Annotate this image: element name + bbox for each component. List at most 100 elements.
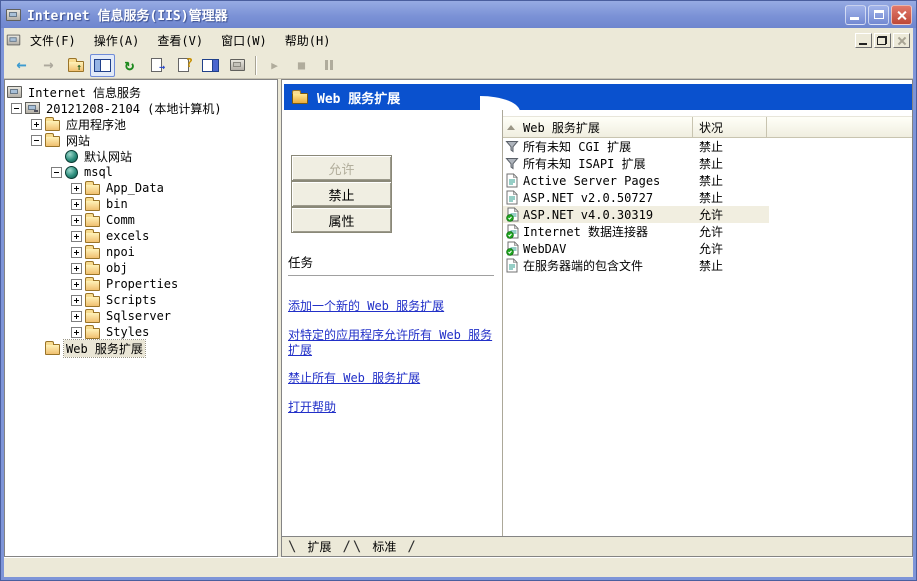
tree-expander[interactable] — [71, 263, 82, 274]
tree-expander[interactable] — [51, 167, 62, 178]
tree-expander[interactable] — [71, 279, 82, 290]
extension-name: ASP.NET v2.0.50727 — [521, 189, 693, 206]
close-button[interactable] — [891, 5, 912, 25]
minimize-icon — [859, 43, 867, 45]
tree-expander[interactable] — [31, 135, 42, 146]
back-button[interactable]: ← — [9, 54, 34, 77]
start-button[interactable]: ▶ — [262, 54, 287, 77]
tree-item-10[interactable]: npoi — [5, 244, 277, 260]
folder-icon — [45, 136, 60, 147]
tab-slash-decoration: / — [406, 539, 416, 555]
tree-item-9[interactable]: excels — [5, 228, 277, 244]
show-tree-pane-button[interactable] — [90, 54, 115, 77]
pause-button[interactable] — [316, 54, 341, 77]
tree-expander[interactable] — [31, 119, 42, 130]
sort-column-header[interactable] — [503, 117, 519, 137]
funnel-icon — [503, 155, 521, 172]
tree-expander[interactable] — [71, 215, 82, 226]
page-icon — [503, 172, 521, 189]
allow-button[interactable]: 允许 — [291, 155, 392, 181]
extension-row-0[interactable]: 所有未知 CGI 扩展禁止 — [503, 138, 912, 155]
stop-button[interactable]: ■ — [289, 54, 314, 77]
actions-column: 允许 禁止 属性 任务 添加一个新的 Web 服务扩展对特定的应用程序允许所有 … — [282, 110, 502, 536]
tree-expander[interactable] — [71, 247, 82, 258]
tree-item-label: 网站 — [64, 132, 92, 149]
column-header-extension[interactable]: Web 服务扩展 — [519, 117, 693, 137]
mdi-close-button[interactable] — [893, 33, 910, 48]
detail-pane-button[interactable] — [198, 54, 223, 77]
tasks-divider — [288, 275, 494, 276]
export-list-button[interactable]: → — [144, 54, 169, 77]
tree-item-6[interactable]: App_Data — [5, 180, 277, 196]
extension-row-4[interactable]: ASP.NET v4.0.30319允许 — [503, 206, 912, 223]
column-header-status[interactable]: 状况 — [693, 117, 767, 137]
tree-item-14[interactable]: Sqlserver — [5, 308, 277, 324]
open-folder-icon — [292, 93, 308, 104]
maximize-button[interactable] — [868, 5, 889, 25]
tab-扩展[interactable]: 扩展 — [297, 538, 341, 555]
extension-row-2[interactable]: Active Server Pages禁止 — [503, 172, 912, 189]
task-link-1[interactable]: 对特定的应用程序允许所有 Web 服务扩展 — [288, 328, 498, 358]
tree-expander[interactable] — [71, 295, 82, 306]
tree-expander[interactable] — [71, 183, 82, 194]
app-icon — [6, 9, 21, 21]
forward-button[interactable]: → — [36, 54, 61, 77]
tree-item-2[interactable]: 应用程序池 — [5, 116, 277, 132]
tree-expander[interactable] — [71, 327, 82, 338]
tree-item-3[interactable]: 网站 — [5, 132, 277, 148]
export-list-icon: → — [151, 58, 162, 72]
tab-标准[interactable]: 标准 — [362, 538, 406, 555]
remote-computer-button[interactable] — [225, 54, 250, 77]
tree-expander[interactable] — [71, 231, 82, 242]
extension-row-5[interactable]: Internet 数据连接器允许 — [503, 223, 912, 240]
menu-item-3[interactable]: 窗口(W) — [212, 29, 276, 52]
up-folder-button[interactable]: ↑ — [63, 54, 88, 77]
tree-item-label: Scripts — [104, 293, 159, 307]
extension-row-1[interactable]: 所有未知 ISAPI 扩展禁止 — [503, 155, 912, 172]
pause-icon — [325, 60, 333, 70]
tree-item-label: Internet 信息服务 — [26, 84, 143, 101]
menu-item-4[interactable]: 帮助(H) — [276, 29, 340, 52]
mdi-minimize-button[interactable] — [855, 33, 872, 48]
tree-item-13[interactable]: Scripts — [5, 292, 277, 308]
menu-item-1[interactable]: 操作(A) — [85, 29, 149, 52]
minimize-button[interactable] — [845, 5, 866, 25]
minimize-icon — [850, 17, 859, 20]
extension-status: 允许 — [693, 240, 769, 257]
console-tree: Internet 信息服务20121208-2104 (本地计算机)应用程序池网… — [4, 79, 278, 557]
tree-item-16[interactable]: Web 服务扩展 — [5, 340, 277, 356]
extension-row-3[interactable]: ASP.NET v2.0.50727禁止 — [503, 189, 912, 206]
tree-item-15[interactable]: Styles — [5, 324, 277, 340]
tree-item-4[interactable]: 默认网站 — [5, 148, 277, 164]
mdi-restore-button[interactable] — [874, 33, 891, 48]
tree-item-11[interactable]: obj — [5, 260, 277, 276]
properties-button[interactable]: 属性 — [291, 207, 392, 233]
menu-item-2[interactable]: 查看(V) — [148, 29, 212, 52]
extension-row-6[interactable]: WebDAV允许 — [503, 240, 912, 257]
tree-item-5[interactable]: msql — [5, 164, 277, 180]
help-button[interactable]: ? — [171, 54, 196, 77]
tree-expander[interactable] — [11, 103, 22, 114]
prohibit-button[interactable]: 禁止 — [291, 181, 392, 207]
tree-expander[interactable] — [71, 199, 82, 210]
tree-item-1[interactable]: 20121208-2104 (本地计算机) — [5, 100, 277, 116]
maximize-icon — [874, 10, 884, 19]
extension-name: ASP.NET v4.0.30319 — [521, 206, 693, 223]
content-pane: Web 服务扩展 允许 禁止 属性 任务 添加一个新的 Web 服务扩展对特定的… — [281, 79, 913, 557]
tree-item-0[interactable]: Internet 信息服务 — [5, 84, 277, 100]
task-link-2[interactable]: 禁止所有 Web 服务扩展 — [288, 371, 498, 386]
page-header-band: Web 服务扩展 — [284, 84, 912, 110]
refresh-button[interactable]: ↻ — [117, 54, 142, 77]
forward-icon: → — [43, 57, 53, 74]
task-link-3[interactable]: 打开帮助 — [288, 400, 498, 415]
tree-item-12[interactable]: Properties — [5, 276, 277, 292]
menu-item-0[interactable]: 文件(F) — [21, 29, 85, 52]
globe-icon — [65, 150, 78, 163]
tree-item-8[interactable]: Comm — [5, 212, 277, 228]
tree-item-7[interactable]: bin — [5, 196, 277, 212]
tab-slash-decoration: \ — [287, 539, 297, 555]
tree-expander[interactable] — [71, 311, 82, 322]
extension-row-7[interactable]: 在服务器端的包含文件禁止 — [503, 257, 912, 274]
task-link-0[interactable]: 添加一个新的 Web 服务扩展 — [288, 299, 498, 314]
sort-ascending-icon — [507, 125, 515, 130]
